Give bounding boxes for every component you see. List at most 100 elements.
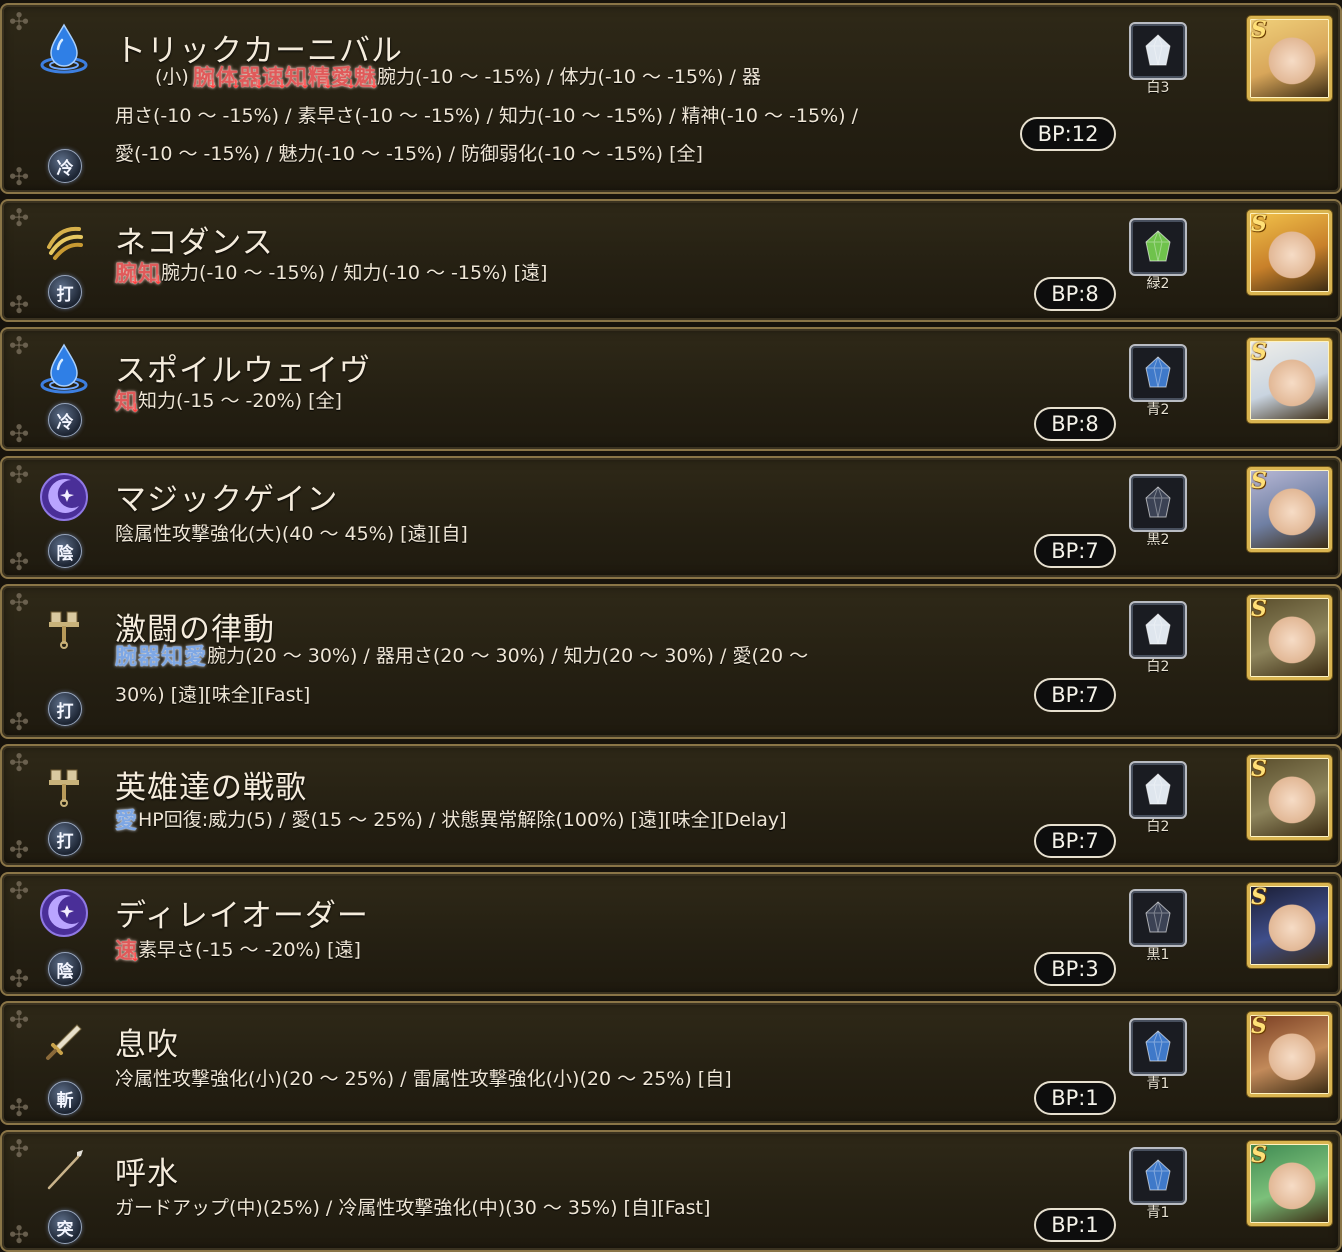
character-portrait[interactable]: S — [1247, 467, 1332, 552]
spear-icon — [35, 1142, 93, 1200]
pierce-attack-icon: 突 — [48, 1210, 82, 1244]
description-line: 30%) [遠][味全][Fast] — [115, 676, 935, 714]
skill-name: ディレイオーダー — [115, 898, 369, 934]
character-face — [1268, 33, 1316, 95]
ss-rank-icon: S — [1251, 884, 1267, 910]
skill-name: 呼水 — [115, 1156, 179, 1192]
sword-icon — [35, 1013, 93, 1071]
description-text: 30%) [遠][味全][Fast] — [115, 684, 311, 706]
debuff-icon: 精 — [308, 59, 333, 103]
gem-label: 青2 — [1146, 402, 1170, 418]
character-face — [1268, 227, 1316, 289]
bp-cost-badge: BP:1 — [1034, 1081, 1116, 1115]
skill-row[interactable]: ✣✣ 打 ネコダンス腕知腕力(-10 ～ -15%) / 知力(-10 ～ -1… — [0, 199, 1342, 322]
debuff-icon: 腕 — [115, 255, 140, 299]
hammer-icon — [35, 756, 93, 814]
skill-description: 冷属性攻撃強化(小)(20 ～ 25%) / 雷属性攻撃強化(小)(20 ～ 2… — [115, 1060, 935, 1098]
description-line: 腕器知愛腕力(20 ～ 30%) / 器用さ(20 ～ 30%) / 知力(20… — [115, 637, 935, 676]
corner-ornament-icon: ✣ — [8, 1221, 30, 1249]
character-portrait[interactable]: S — [1247, 595, 1332, 680]
bp-cost-badge: BP:7 — [1034, 824, 1116, 858]
corner-ornament-icon: ✣ — [8, 1006, 30, 1034]
corner-ornament-icon: ✣ — [8, 204, 30, 232]
ss-rank-icon: S — [1251, 1142, 1267, 1168]
debuff-icon: 速 — [115, 932, 140, 976]
skill-description: (小)腕体器速知精愛魅腕力(-10 ～ -15%) / 体力(-10 ～ -15… — [115, 58, 935, 173]
blunt-attack-icon: 打 — [48, 692, 82, 726]
debuff-icon: 魅 — [354, 59, 379, 103]
character-face — [1268, 1158, 1316, 1220]
description-line: 冷属性攻撃強化(小)(20 ～ 25%) / 雷属性攻撃強化(小)(20 ～ 2… — [115, 1060, 935, 1098]
character-portrait[interactable]: S — [1247, 210, 1332, 295]
skill-row[interactable]: ✣✣ 冷 スポイルウェイヴ知知力(-15 ～ -20%) [全]BP:8 青2 … — [0, 327, 1342, 451]
gem-icon — [1129, 1018, 1187, 1076]
corner-ornament-icon: ✣ — [8, 461, 30, 489]
debuff-icon: 器 — [239, 59, 264, 103]
ss-rank-icon: S — [1251, 596, 1267, 622]
description-line: 陰属性攻撃強化(大)(40 ～ 45%) [遠][自] — [115, 515, 935, 553]
ss-rank-icon: S — [1251, 468, 1267, 494]
description-text: 腕力(-10 ～ -15%) / 知力(-10 ～ -15%) [遠] — [161, 262, 548, 284]
bp-cost-badge: BP:7 — [1034, 534, 1116, 568]
character-portrait[interactable]: S — [1247, 16, 1332, 101]
character-face — [1268, 484, 1316, 546]
skill-row[interactable]: ✣ ✣ 陰 ディレイオーダー速素早さ(-15 ～ -20%) [遠] BP:3 黒1… — [0, 872, 1342, 996]
bp-cost-badge: BP:7 — [1034, 678, 1116, 712]
corner-ornament-icon: ✣ — [8, 332, 30, 360]
corner-ornament-icon: ✣ — [8, 291, 30, 319]
description-line: (小)腕体器速知精愛魅腕力(-10 ～ -15%) / 体力(-10 ～ -15… — [115, 58, 935, 103]
skill-row[interactable]: ✣ ✣ 陰 マジックゲイン 陰属性攻撃強化(大)(40 ～ 45%) [遠][自] B… — [0, 456, 1342, 579]
claw-icon — [35, 211, 93, 269]
skill-list: ✣✣ 冷 トリックカーニバル(小)腕体器速知精愛魅腕力(-10 ～ -15%) … — [0, 0, 1342, 1252]
description-line: 愛(-10 ～ -15%) / 魅力(-10 ～ -15%) / 防御弱化(-1… — [115, 135, 935, 173]
character-portrait[interactable]: S — [1247, 1141, 1332, 1226]
skill-row[interactable]: ✣ ✣ 打 激闘の律動 腕器知愛腕力(20 ～ 30%) / 器用さ(20 ～ 30… — [0, 584, 1342, 739]
attack-type-glyph: 冷 — [56, 158, 74, 179]
character-portrait[interactable]: S — [1247, 883, 1332, 968]
corner-ornament-icon: ✣ — [8, 877, 30, 905]
character-portrait[interactable]: S — [1247, 1012, 1332, 1097]
character-face — [1268, 355, 1316, 417]
crescent-moon-icon — [35, 468, 93, 526]
gem-icon — [1129, 601, 1187, 659]
skill-description: 速素早さ(-15 ～ -20%) [遠] — [115, 931, 935, 976]
character-face — [1268, 772, 1316, 834]
skill-description: 腕器知愛腕力(20 ～ 30%) / 器用さ(20 ～ 30%) / 知力(20… — [115, 637, 935, 714]
buff-icon: 腕 — [115, 644, 138, 670]
skill-row[interactable]: ✣ ✣ 突 呼水 ガードアップ(中)(25%) / 冷属性攻撃強化(中)(30 ～ … — [0, 1130, 1342, 1252]
description-line: 知知力(-15 ～ -20%) [全] — [115, 382, 935, 427]
skill-description: 知知力(-15 ～ -20%) [全] — [115, 382, 935, 427]
character-face — [1268, 1029, 1316, 1091]
description-text: ガードアップ(中)(25%) / 冷属性攻撃強化(中)(30 ～ 35%) [自… — [115, 1197, 711, 1219]
description-text: 素早さ(-15 ～ -20%) [遠] — [138, 939, 361, 961]
gem-label: 青1 — [1146, 1076, 1170, 1092]
debuff-icon: 体 — [216, 59, 241, 103]
debuff-icon: 知 — [115, 383, 140, 427]
attack-type-glyph: 突 — [56, 1219, 74, 1240]
buff-icon: 愛 — [184, 644, 207, 670]
debuff-icon: 知 — [138, 255, 163, 299]
attack-type-glyph: 冷 — [56, 412, 74, 433]
debuff-icon: 知 — [285, 59, 310, 103]
size-tag: (小) — [155, 66, 189, 88]
blunt-attack-icon: 打 — [48, 275, 82, 309]
skill-row[interactable]: ✣✣ 冷 トリックカーニバル(小)腕体器速知精愛魅腕力(-10 ～ -15%) … — [0, 3, 1342, 194]
cold-attack-icon: 冷 — [48, 403, 82, 437]
slash-attack-icon: 斬 — [48, 1081, 82, 1115]
skill-row[interactable]: ✣ ✣ 打 英雄達の戦歌 愛HP回復:威力(5) / 愛(15 ～ 25%) / 状… — [0, 744, 1342, 867]
skill-row[interactable]: ✣ ✣ 斬 息吹 冷属性攻撃強化(小)(20 ～ 25%) / 雷属性攻撃強化(小)… — [0, 1001, 1342, 1125]
description-text: 陰属性攻撃強化(大)(40 ～ 45%) [遠][自] — [115, 523, 468, 545]
ss-rank-icon: S — [1251, 17, 1267, 43]
attack-type-glyph: 打 — [56, 831, 74, 852]
hammer-icon — [35, 598, 93, 656]
character-portrait[interactable]: S — [1247, 755, 1332, 840]
gem-label: 白2 — [1146, 819, 1170, 835]
buff-icon: 器 — [138, 644, 161, 670]
corner-ornament-icon: ✣ — [8, 965, 30, 993]
character-portrait[interactable]: S — [1247, 338, 1332, 423]
skill-description: 腕知腕力(-10 ～ -15%) / 知力(-10 ～ -15%) [遠] — [115, 254, 935, 299]
gem-icon — [1129, 344, 1187, 402]
buff-icon: 知 — [161, 644, 184, 670]
debuff-icon: 腕 — [193, 59, 218, 103]
debuff-icon: 愛 — [331, 59, 356, 103]
